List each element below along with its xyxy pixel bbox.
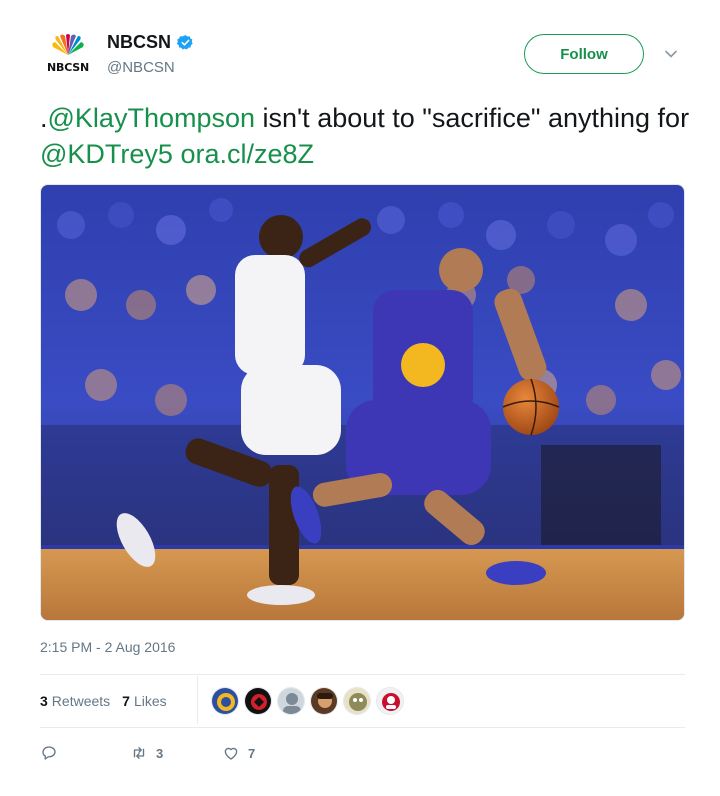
shortlink[interactable]: ora.cl/ze8Z (180, 139, 314, 169)
liker-avatar[interactable] (376, 687, 404, 715)
divider-bottom (40, 727, 685, 728)
liker-avatar[interactable] (211, 687, 239, 715)
liker-avatar[interactable] (277, 687, 305, 715)
likes-label: Likes (133, 693, 167, 709)
retweet-count: 3 (156, 745, 164, 761)
divider-top (40, 674, 685, 675)
tweet-text-body: isn't about to "sacrifice" anything for (255, 103, 690, 133)
reply-button[interactable] (40, 744, 130, 762)
retweets-label: Retweets (51, 693, 111, 709)
handle[interactable]: @NBCSN (107, 59, 194, 76)
display-name[interactable]: NBCSN (107, 32, 171, 53)
retweets-stat[interactable]: 3 Retweets (40, 693, 110, 709)
liker-avatar[interactable] (244, 687, 272, 715)
retweet-button[interactable]: 3 (130, 744, 222, 762)
peacock-icon (52, 34, 84, 55)
tweet-photo[interactable] (40, 184, 685, 621)
mention-klay-link[interactable]: @KlayThompson (48, 103, 256, 133)
chevron-down-icon[interactable] (664, 47, 678, 61)
tweet-header: NBCSN NBCSN @NBCSN Follow (40, 28, 690, 88)
liker-avatar[interactable] (343, 687, 371, 715)
like-count: 7 (248, 745, 256, 761)
tweet-timestamp[interactable]: 2:15 PM - 2 Aug 2016 (40, 639, 175, 655)
reply-icon (42, 746, 56, 760)
account-names: NBCSN @NBCSN (107, 32, 194, 76)
liker-avatar[interactable] (310, 687, 338, 715)
like-button[interactable]: 7 (222, 744, 255, 762)
liker-avatars (211, 687, 404, 715)
heart-icon (224, 747, 238, 760)
likes-count: 7 (122, 693, 130, 709)
retweet-icon (133, 747, 145, 759)
mention-kd-link[interactable]: @KDTrey5 (40, 139, 173, 169)
retweets-count: 3 (40, 693, 48, 709)
basketball (503, 379, 559, 435)
stats-separator (197, 676, 198, 724)
basketball-photo (41, 185, 684, 620)
follow-button[interactable]: Follow (524, 34, 644, 74)
nbcsn-logo[interactable]: NBCSN (40, 34, 96, 74)
tweet-stats: 3 Retweets 7 Likes (40, 689, 179, 713)
tweet-actions: 3 7 (40, 742, 255, 764)
likes-stat[interactable]: 7 Likes (122, 693, 166, 709)
logo-wordmark: NBCSN (47, 61, 89, 74)
tweet-text: .@KlayThompson isn't about to "sacrifice… (40, 100, 690, 172)
tweet-text-prefix: . (40, 103, 48, 133)
verified-badge-icon (177, 35, 193, 50)
